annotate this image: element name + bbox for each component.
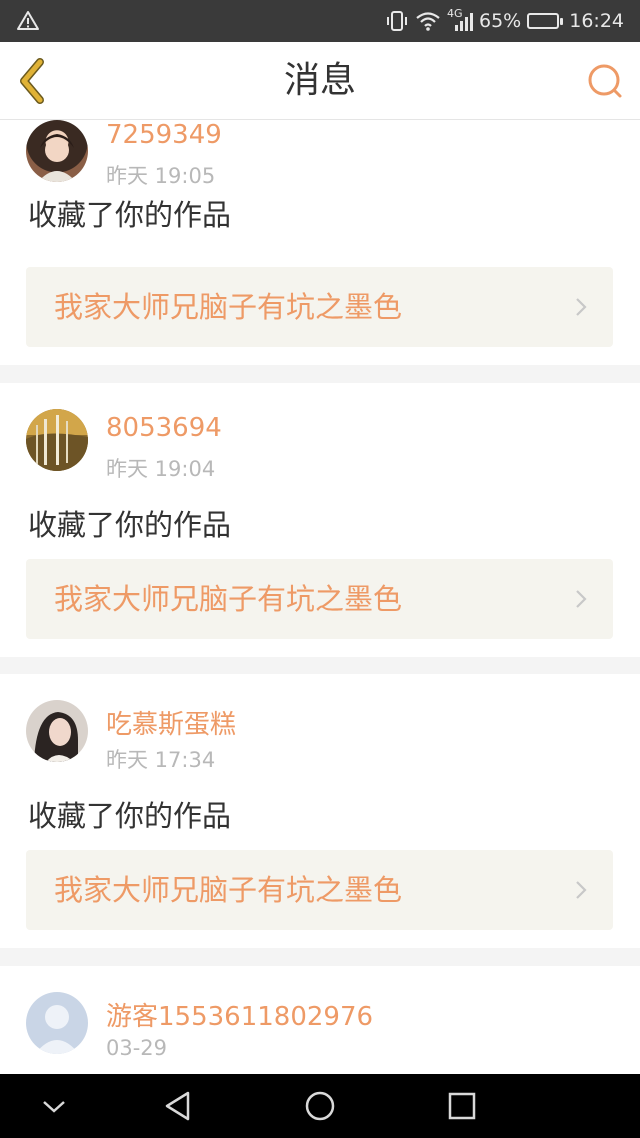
work-link[interactable]: 我家大师兄脑子有坑之墨色 — [26, 267, 613, 347]
warning-icon — [17, 11, 39, 30]
system-nav-bar — [0, 1074, 640, 1138]
username[interactable]: 7259349 — [106, 120, 222, 150]
chevron-down-icon — [43, 1101, 65, 1113]
message-list[interactable]: 7259349 昨天 19:05 收藏了你的作品 我家大师兄脑子有坑之墨色 80… — [0, 120, 640, 1074]
message-card: 7259349 昨天 19:05 收藏了你的作品 我家大师兄脑子有坑之墨色 — [0, 120, 640, 365]
page-title: 消息 — [283, 60, 356, 101]
search-icon[interactable] — [586, 62, 626, 102]
timestamp: 昨天 17:34 — [106, 748, 216, 772]
action-text: 收藏了你的作品 — [28, 799, 232, 833]
network-type: 4G — [447, 7, 463, 20]
clock: 16:24 — [569, 10, 624, 32]
recents-nav-button[interactable] — [446, 1090, 478, 1122]
default-user-icon — [35, 1005, 79, 1054]
action-text: 收藏了你的作品 — [28, 508, 232, 542]
avatar-placeholder[interactable] — [26, 992, 88, 1054]
avatar[interactable] — [26, 120, 88, 182]
username[interactable]: 8053694 — [106, 413, 222, 443]
work-title: 我家大师兄脑子有坑之墨色 — [54, 290, 403, 324]
work-link[interactable]: 我家大师兄脑子有坑之墨色 — [26, 559, 613, 639]
chevron-right-icon — [576, 298, 587, 316]
timestamp: 昨天 19:04 — [106, 457, 216, 481]
wifi-icon — [416, 12, 440, 31]
chevron-right-icon — [576, 881, 587, 899]
circle-home-icon — [305, 1091, 335, 1121]
status-bar: 4G 65% 16:24 — [0, 0, 640, 42]
battery-icon — [527, 13, 564, 29]
avatar[interactable] — [26, 409, 88, 471]
home-nav-button[interactable] — [304, 1090, 336, 1122]
chevron-right-icon — [576, 590, 587, 608]
message-card: 吃慕斯蛋糕 昨天 17:34 收藏了你的作品 我家大师兄脑子有坑之墨色 — [0, 674, 640, 948]
work-title: 我家大师兄脑子有坑之墨色 — [54, 873, 403, 907]
work-title: 我家大师兄脑子有坑之墨色 — [54, 582, 403, 616]
username[interactable]: 游客1553611802976 — [106, 996, 373, 1033]
timestamp: 03-29 — [106, 1036, 168, 1060]
username[interactable]: 吃慕斯蛋糕 — [106, 704, 236, 741]
battery-percent: 65% — [479, 10, 522, 32]
back-nav-button[interactable] — [162, 1090, 194, 1122]
message-card: 游客1553611802976 03-29 — [0, 966, 640, 1074]
vibrate-icon — [387, 11, 407, 31]
message-card: 8053694 昨天 19:04 收藏了你的作品 我家大师兄脑子有坑之墨色 — [0, 383, 640, 657]
triangle-back-icon — [165, 1091, 190, 1121]
action-text: 收藏了你的作品 — [28, 198, 232, 232]
work-link[interactable]: 我家大师兄脑子有坑之墨色 — [26, 850, 613, 930]
hide-nav-button[interactable] — [40, 1090, 68, 1122]
timestamp: 昨天 19:05 — [106, 164, 216, 188]
square-recents-icon — [448, 1092, 476, 1120]
header-bar: 消息 — [0, 42, 640, 120]
avatar[interactable] — [26, 700, 88, 762]
